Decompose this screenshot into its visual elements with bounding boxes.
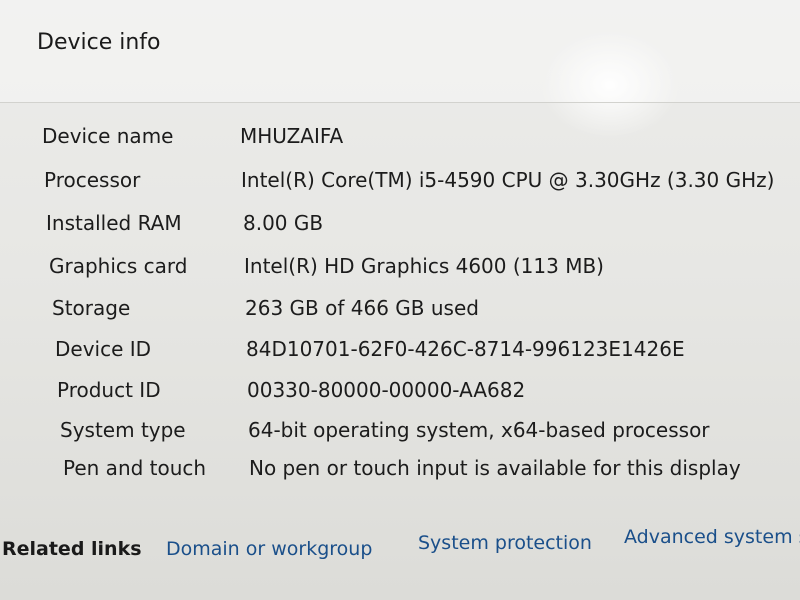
spec-label: Device ID bbox=[55, 337, 152, 361]
spec-value: Intel(R) HD Graphics 4600 (113 MB) bbox=[244, 254, 604, 278]
domain-or-workgroup-link[interactable]: Domain or workgroup bbox=[166, 538, 372, 560]
spec-label: Storage bbox=[52, 296, 131, 320]
spec-value: Intel(R) Core(TM) i5-4590 CPU @ 3.30GHz … bbox=[241, 168, 775, 192]
system-protection-link[interactable]: System protection bbox=[418, 532, 592, 554]
advanced-system-settings-link[interactable]: Advanced system se bbox=[624, 526, 800, 548]
spec-label: Product ID bbox=[57, 378, 161, 402]
device-specs-list: Device name MHUZAIFA Processor Intel(R) … bbox=[0, 0, 800, 500]
spec-value: No pen or touch input is available for t… bbox=[249, 456, 741, 480]
related-links-bar: Related links Domain or workgroup System… bbox=[0, 520, 800, 580]
spec-value: 00330-80000-00000-AA682 bbox=[247, 378, 526, 402]
spec-label: Installed RAM bbox=[46, 211, 182, 235]
spec-value: 64-bit operating system, x64-based proce… bbox=[248, 418, 710, 442]
spec-value: MHUZAIFA bbox=[240, 124, 344, 148]
spec-label: Processor bbox=[44, 168, 141, 192]
spec-value: 263 GB of 466 GB used bbox=[245, 296, 479, 320]
spec-value: 84D10701-62F0-426C-8714-996123E1426E bbox=[246, 337, 685, 361]
spec-label: Device name bbox=[42, 124, 174, 148]
spec-label: Pen and touch bbox=[63, 456, 207, 480]
spec-value: 8.00 GB bbox=[243, 211, 324, 235]
spec-label: Graphics card bbox=[49, 254, 188, 278]
related-links-label: Related links bbox=[2, 538, 142, 560]
spec-label: System type bbox=[60, 418, 186, 442]
